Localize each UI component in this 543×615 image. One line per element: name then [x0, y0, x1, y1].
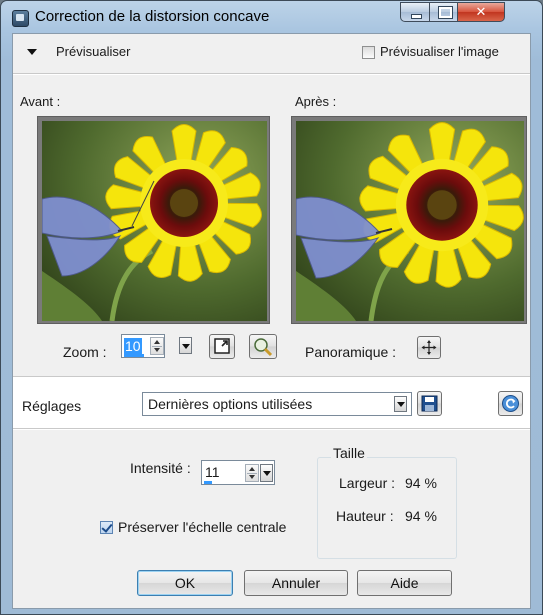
minimize-icon: [401, 3, 429, 21]
intensity-spinner[interactable]: [245, 464, 259, 482]
intensity-label: Intensité :: [130, 460, 191, 476]
close-icon: ✕: [475, 4, 487, 19]
presets-selected-value: Dernières options utilisées: [148, 396, 313, 412]
preview-toggle-label[interactable]: Prévisualiser: [56, 44, 130, 59]
close-button[interactable]: ✕: [457, 2, 505, 22]
divider: [13, 428, 530, 430]
minimize-button[interactable]: [400, 2, 430, 22]
size-group-label: Taille: [331, 445, 367, 461]
before-label: Avant :: [20, 94, 61, 109]
floppy-disk-icon: [421, 395, 438, 412]
width-label: Largeur :: [339, 475, 396, 491]
zoom-tool-button[interactable]: [249, 334, 277, 359]
zoom-fit-button[interactable]: [209, 334, 235, 359]
zoom-dropdown-button[interactable]: [179, 337, 192, 354]
cancel-button[interactable]: Annuler: [244, 570, 348, 596]
width-value: 94 %: [405, 475, 437, 491]
after-label: Après :: [295, 94, 337, 109]
dialog-window: Correction de la distorsion concave ✕ Pr…: [0, 0, 543, 615]
help-button[interactable]: Aide: [357, 570, 452, 596]
zoom-slider-bar[interactable]: [124, 354, 144, 357]
preview-image-checkbox[interactable]: [362, 46, 375, 59]
pan-move-icon: [421, 340, 437, 355]
presets-label: Réglages: [22, 398, 82, 414]
intensity-field[interactable]: 11: [201, 460, 275, 485]
preserve-scale-checkbox[interactable]: [100, 521, 113, 534]
height-value: 94 %: [405, 508, 437, 524]
collapse-arrow-icon[interactable]: [27, 49, 37, 55]
maximize-button[interactable]: [429, 2, 458, 22]
presets-dropdown-button[interactable]: [394, 396, 407, 412]
preserve-scale-label[interactable]: Préserver l'échelle centrale: [118, 519, 286, 535]
title-bar[interactable]: Correction de la distorsion concave ✕: [1, 1, 542, 33]
zoom-value: 10: [124, 338, 142, 354]
intensity-value: 11: [205, 464, 220, 480]
zoom-label: Zoom :: [63, 344, 107, 360]
height-label: Hauteur :: [336, 508, 394, 524]
save-preset-button[interactable]: [417, 391, 442, 416]
zoom-spinner[interactable]: [150, 337, 164, 355]
divider: [13, 73, 530, 75]
app-icon: [12, 10, 29, 27]
after-preview-image[interactable]: [291, 116, 527, 324]
before-preview-image[interactable]: [37, 116, 270, 324]
flower-image: [296, 121, 524, 321]
maximize-icon: [430, 3, 457, 21]
reset-arrow-icon: [502, 395, 519, 412]
flower-image: [42, 121, 267, 321]
pan-label: Panoramique :: [305, 344, 397, 360]
presets-combobox[interactable]: Dernières options utilisées: [142, 392, 412, 416]
intensity-slider-bar[interactable]: [204, 481, 212, 484]
ok-button[interactable]: OK: [137, 570, 233, 596]
dialog-client-area: Prévisualiser Prévisualiser l'image Avan…: [12, 33, 531, 609]
window-title: Correction de la distorsion concave: [35, 8, 270, 25]
reset-defaults-button[interactable]: [498, 391, 523, 416]
pan-button[interactable]: [417, 336, 441, 359]
preview-image-label[interactable]: Prévisualiser l'image: [380, 44, 499, 59]
zoom-field[interactable]: 10: [121, 334, 165, 358]
magnifier-icon: [254, 338, 273, 357]
intensity-dropdown-button[interactable]: [260, 464, 273, 482]
fit-window-icon: [214, 338, 230, 354]
